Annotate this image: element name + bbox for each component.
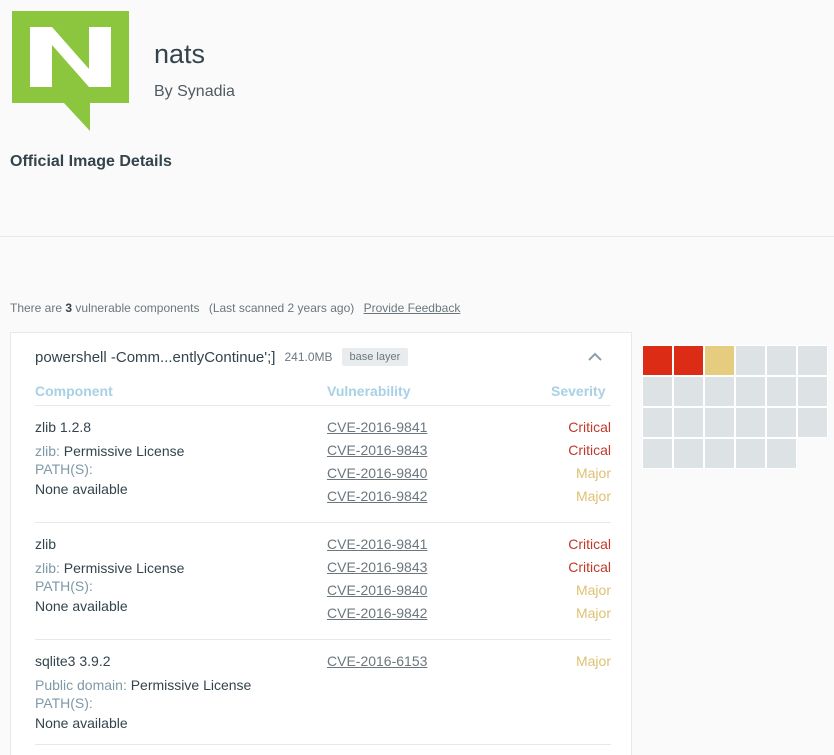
cve-link[interactable]: CVE-2016-9843 [327,442,427,458]
row-divider [35,522,611,523]
heatmap-cell-none [642,407,673,438]
vulnerability-item: CVE-2016-9840 Major [327,582,611,602]
component-license: Public domain: Permissive License [35,677,251,693]
cve-link[interactable]: CVE-2016-9840 [327,465,427,481]
vulnerability-item: CVE-2016-6153 Major [327,653,611,673]
heatmap-cell-none [735,376,766,407]
vulnerability-item: CVE-2016-9841 Critical [327,536,611,556]
license-value: Permissive License [63,443,185,459]
vulnerability-item: CVE-2016-9841 Critical [327,419,611,439]
repo-publisher: By Synadia [154,83,235,100]
scan-summary: There are 3 vulnerable components (Last … [10,301,460,315]
cve-link[interactable]: CVE-2016-9841 [327,419,427,435]
header-divider [0,236,834,237]
cve-link[interactable]: CVE-2016-6153 [327,653,427,669]
path-value: None available [35,715,128,731]
path-value: None available [35,598,128,614]
component-license: zlib: Permissive License [35,560,184,576]
column-severity: Severity [551,383,606,399]
heatmap-cell-none [766,376,797,407]
layer-card: powershell -Comm...entlyContinue';] 241.… [10,332,632,755]
heatmap-cell-major [704,345,735,376]
path-label: PATH(S): [35,578,93,594]
layer-command: powershell -Comm...entlyContinue';] [35,348,276,366]
license-name: zlib: [35,560,60,576]
layer-size: 241.0MB [284,350,333,364]
severity-label: Major [575,582,611,598]
heatmap-cell-none [766,345,797,376]
cve-link[interactable]: CVE-2016-9842 [327,605,427,621]
vulnerable-count: 3 [65,301,73,315]
severity-label: Major [575,465,611,481]
cve-link[interactable]: CVE-2016-9841 [327,536,427,552]
vulnerability-item: CVE-2016-9843 Critical [327,559,611,579]
severity-label: Major [575,653,611,669]
row-divider [35,744,611,745]
component-row: zlib zlib: Permissive License PATH(S): N… [35,536,611,640]
heatmap-cell-none [673,376,704,407]
summary-suffix: vulnerable components [75,301,200,315]
severity-label: Major [575,605,611,621]
component-license: zlib: Permissive License [35,443,184,459]
header-divider [35,405,611,406]
repo-name: nats [154,39,206,69]
last-scanned: (Last scanned 2 years ago) [208,301,355,315]
severity-label: Critical [568,442,611,458]
license-name: Public domain: [35,677,127,693]
base-layer-badge: base layer [341,348,409,366]
chevron-up-icon[interactable] [587,351,603,363]
license-value: Permissive License [63,560,185,576]
layer-header[interactable]: powershell -Comm...entlyContinue';] 241.… [35,348,409,366]
heatmap-cell-none [642,438,673,469]
heatmap-cell-none [704,407,735,438]
component-row: sqlite3 3.9.2 Public domain: Permissive … [35,653,611,745]
vulnerability-item: CVE-2016-9840 Major [327,465,611,485]
row-divider [35,639,611,640]
heatmap-cell-none [797,407,828,438]
path-value: None available [35,481,128,497]
heatmap-cell-none [735,438,766,469]
heatmap-cell-none [797,345,828,376]
nats-logo-icon [12,11,129,131]
cve-link[interactable]: CVE-2016-9843 [327,559,427,575]
column-vulnerability: Vulnerability [327,383,411,399]
component-name: zlib 1.2.8 [35,419,92,435]
severity-label: Major [575,488,611,504]
heatmap-cell-none [766,407,797,438]
heatmap-cell-none [704,376,735,407]
heatmap-cell-none [673,438,704,469]
heatmap-cell-critical [642,345,673,376]
component-name: sqlite3 3.9.2 [35,653,111,669]
path-label: PATH(S): [35,461,93,477]
license-name: zlib: [35,443,60,459]
vulnerability-item: CVE-2016-9842 Major [327,488,611,508]
heatmap-cell-none [735,345,766,376]
heatmap-cell-none [673,407,704,438]
heatmap-cell-critical [673,345,704,376]
summary-prefix: There are [10,301,63,315]
component-name: zlib [35,536,57,552]
vulnerability-item: CVE-2016-9843 Critical [327,442,611,462]
heatmap-cell-none [704,438,735,469]
provide-feedback-link[interactable]: Provide Feedback [364,301,461,315]
license-value: Permissive License [130,677,252,693]
cve-link[interactable]: CVE-2016-9842 [327,488,427,504]
section-title: Official Image Details [10,153,172,170]
column-component: Component [35,383,113,399]
heatmap-cell-none [642,376,673,407]
severity-label: Critical [568,536,611,552]
vulnerability-item: CVE-2016-9842 Major [327,605,611,625]
vulnerability-heatmap [642,345,834,505]
heatmap-cell-none [797,376,828,407]
path-label: PATH(S): [35,695,93,711]
repo-header: nats By Synadia Official Image Details [0,0,834,236]
heatmap-cell-none [735,407,766,438]
component-row: zlib 1.2.8 zlib: Permissive License PATH… [35,419,611,523]
severity-label: Critical [568,559,611,575]
cve-link[interactable]: CVE-2016-9840 [327,582,427,598]
severity-label: Critical [568,419,611,435]
heatmap-cell-none [766,438,797,469]
